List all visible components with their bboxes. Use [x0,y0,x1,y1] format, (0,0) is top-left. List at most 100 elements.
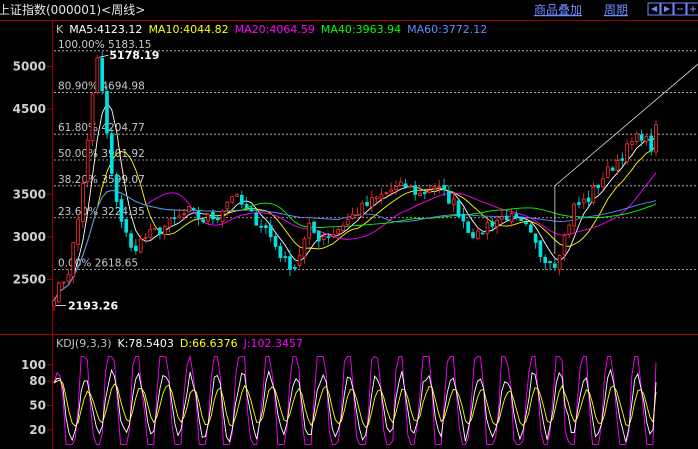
candle-body [625,143,629,163]
candle-body [239,194,244,205]
candle-body [235,193,239,197]
candle-body [596,184,601,188]
candle-body [422,192,427,194]
candle-body [114,174,119,203]
candle-body [259,225,263,228]
candle-body [370,196,374,208]
candle-body [620,158,625,161]
candle-body [85,139,90,182]
legend-item: K:78.5403 [118,337,174,350]
candle-body [543,256,548,264]
candle-body [360,202,365,217]
candle-body [432,186,437,190]
candle-body [350,213,355,220]
legend-item: MA60:3772.12 [407,23,487,36]
trend-line-upper [554,63,698,187]
candle-body [437,186,442,188]
fib-level-label: 50.00% 3901.92 [58,148,145,160]
candle-body [182,213,186,216]
legend-item: MA40:3963.94 [321,23,401,36]
candle-body [418,192,422,196]
high-annotation-pointer [99,54,109,58]
candle-body [466,221,471,233]
candle-body [456,200,461,217]
legend-item: MA5:4123.12 [69,23,142,36]
kdj-k-line [53,368,657,443]
period-button[interactable]: 周期 [604,3,628,17]
candle-body [105,90,109,134]
candle-body [427,190,432,193]
candle-body [292,266,297,269]
candle-body [220,210,225,222]
candle-body [639,134,644,141]
candle-body [345,219,350,225]
candle-body [56,282,61,303]
candle-body [138,238,143,253]
ma10-line [53,145,657,302]
candle-body [119,199,124,222]
fib-level-label: 0.00% 2618.65 [58,257,138,269]
candle-body [519,217,523,221]
candle-body [177,215,182,219]
candle-body [172,217,177,220]
legend-item: K [56,23,64,36]
candle-body [76,219,80,245]
candle-body [577,202,581,205]
candle-body [649,135,654,152]
candle-body [567,224,572,235]
candle-body [654,124,658,153]
fib-level-label: 38.20% 3599.07 [58,174,145,186]
legend-item: D:66.6376 [180,337,238,350]
price-tick-label: 3500 [13,187,46,201]
candle-body [326,236,331,238]
candle-body [196,210,201,219]
candle-body [591,186,596,203]
price-tick-label: 4500 [13,102,46,116]
candle-body [475,230,480,239]
candle-body [278,245,283,258]
candle-body [336,228,340,234]
candle-body [302,238,307,258]
chart-title: 上证指数(000001)<周线> [0,2,145,17]
candle-body [630,141,634,145]
candle-body [249,207,254,212]
candle-body [61,281,66,284]
candle-body [317,230,321,242]
overlay-button[interactable]: 商品叠加 [534,2,582,17]
candle-body [447,190,451,204]
candle-body [162,226,167,236]
candle-body [528,224,533,233]
kdj-lines [53,354,657,445]
candle-body [610,167,615,171]
candle-body [495,219,499,228]
stock-chart: 上证指数(000001)<周线> 商品叠加 周期 K MA5:4123.12 MA1… [0,0,698,449]
candle-body [95,57,100,93]
candle-body [297,254,302,266]
candle-body [268,225,273,238]
candle-body [581,198,586,204]
legend-item: MA20:4064.59 [235,23,315,36]
candle-body [606,166,610,178]
legend-item: MA10:4044.82 [148,23,228,36]
candle-body [408,185,413,188]
price-tick-label: 2500 [13,272,46,286]
kdj-tick-label: 20 [29,423,46,437]
candle-body [307,222,312,239]
candle-body [134,245,138,252]
kdj-axis: 20 50 80 100 [21,358,52,437]
candle-body [201,219,206,223]
high-annotation: 5178.19 [109,49,159,62]
candle-body [524,221,528,225]
candle-body [225,201,230,210]
candle-body [341,225,345,231]
candle-body [398,181,403,186]
candle-body [167,218,172,228]
candle-body [553,263,557,268]
candle-body [331,233,336,237]
candle-body [586,197,591,203]
candle-body [124,219,129,233]
candle-body [129,233,133,248]
kdj-legend: KDJ(9,3,3) K:78.5403 D:66.6376 J:102.3457 [56,337,303,350]
candle-body [148,228,153,238]
candle-body [244,203,249,208]
